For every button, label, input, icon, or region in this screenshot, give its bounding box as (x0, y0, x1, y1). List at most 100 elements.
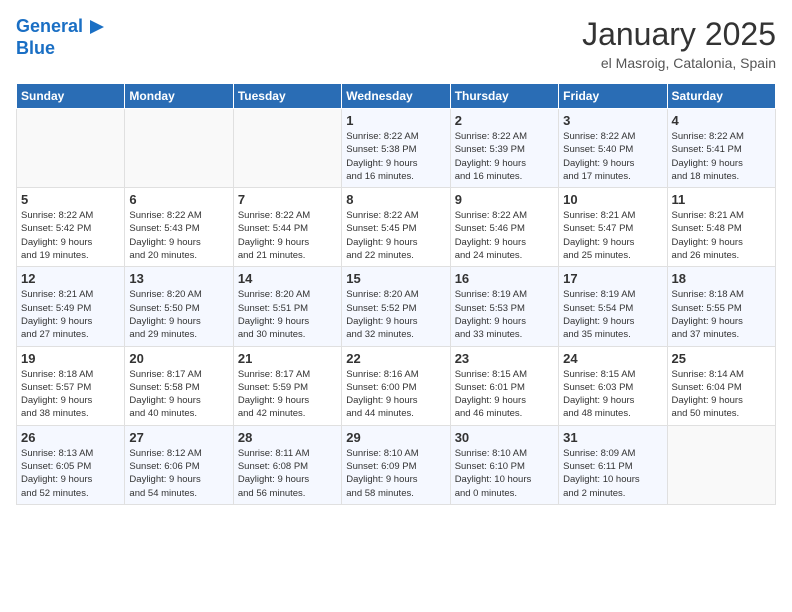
day-number: 28 (238, 430, 337, 445)
day-info: Sunrise: 8:22 AM Sunset: 5:41 PM Dayligh… (672, 130, 771, 183)
day-cell: 2 Sunrise: 8:22 AM Sunset: 5:39 PM Daylig… (450, 109, 558, 188)
location: el Masroig, Catalonia, Spain (582, 55, 776, 71)
title-area: January 2025 el Masroig, Catalonia, Spai… (582, 16, 776, 71)
day-number: 21 (238, 351, 337, 366)
day-cell: 26 Sunrise: 8:13 AM Sunset: 6:05 PM Dayli… (17, 425, 125, 504)
day-cell: 29 Sunrise: 8:10 AM Sunset: 6:09 PM Dayli… (342, 425, 450, 504)
day-cell: 10 Sunrise: 8:21 AM Sunset: 5:47 PM Dayli… (559, 188, 667, 267)
logo-arrow-icon (90, 20, 104, 34)
day-cell (667, 425, 775, 504)
day-info: Sunrise: 8:22 AM Sunset: 5:40 PM Dayligh… (563, 130, 662, 183)
day-info: Sunrise: 8:22 AM Sunset: 5:42 PM Dayligh… (21, 209, 120, 262)
day-number: 19 (21, 351, 120, 366)
day-cell (125, 109, 233, 188)
day-info: Sunrise: 8:22 AM Sunset: 5:43 PM Dayligh… (129, 209, 228, 262)
day-info: Sunrise: 8:18 AM Sunset: 5:57 PM Dayligh… (21, 368, 120, 421)
day-cell: 19 Sunrise: 8:18 AM Sunset: 5:57 PM Dayli… (17, 346, 125, 425)
day-cell: 9Sunrise: 8:22 AM Sunset: 5:46 PM Daylig… (450, 188, 558, 267)
day-number: 7 (238, 192, 337, 207)
day-cell: 20 Sunrise: 8:17 AM Sunset: 5:58 PM Dayli… (125, 346, 233, 425)
week-row-3: 12 Sunrise: 8:21 AM Sunset: 5:49 PM Dayli… (17, 267, 776, 346)
day-cell: 16 Sunrise: 8:19 AM Sunset: 5:53 PM Dayli… (450, 267, 558, 346)
day-cell: 14 Sunrise: 8:20 AM Sunset: 5:51 PM Dayli… (233, 267, 341, 346)
day-info: Sunrise: 8:17 AM Sunset: 5:58 PM Dayligh… (129, 368, 228, 421)
week-row-4: 19 Sunrise: 8:18 AM Sunset: 5:57 PM Dayli… (17, 346, 776, 425)
day-info: Sunrise: 8:13 AM Sunset: 6:05 PM Dayligh… (21, 447, 120, 500)
day-info: Sunrise: 8:10 AM Sunset: 6:09 PM Dayligh… (346, 447, 445, 500)
day-cell: 12 Sunrise: 8:21 AM Sunset: 5:49 PM Dayli… (17, 267, 125, 346)
page: General Blue January 2025 el Masroig, Ca… (0, 0, 792, 612)
day-cell: 22 Sunrise: 8:16 AM Sunset: 6:00 PM Dayli… (342, 346, 450, 425)
day-cell: 17Sunrise: 8:19 AM Sunset: 5:54 PM Dayli… (559, 267, 667, 346)
day-cell: 4 Sunrise: 8:22 AM Sunset: 5:41 PM Daylig… (667, 109, 775, 188)
day-number: 26 (21, 430, 120, 445)
day-number: 3 (563, 113, 662, 128)
day-number: 5 (21, 192, 120, 207)
day-number: 23 (455, 351, 554, 366)
col-header-wednesday: Wednesday (342, 84, 450, 109)
day-info: Sunrise: 8:20 AM Sunset: 5:51 PM Dayligh… (238, 288, 337, 341)
day-cell: 28Sunrise: 8:11 AM Sunset: 6:08 PM Dayli… (233, 425, 341, 504)
day-cell: 5 Sunrise: 8:22 AM Sunset: 5:42 PM Daylig… (17, 188, 125, 267)
day-cell: 24Sunrise: 8:15 AM Sunset: 6:03 PM Dayli… (559, 346, 667, 425)
day-info: Sunrise: 8:15 AM Sunset: 6:01 PM Dayligh… (455, 368, 554, 421)
col-header-tuesday: Tuesday (233, 84, 341, 109)
day-number: 24 (563, 351, 662, 366)
day-info: Sunrise: 8:19 AM Sunset: 5:54 PM Dayligh… (563, 288, 662, 341)
day-number: 18 (672, 271, 771, 286)
day-number: 8 (346, 192, 445, 207)
day-cell: 25 Sunrise: 8:14 AM Sunset: 6:04 PM Dayli… (667, 346, 775, 425)
day-number: 1 (346, 113, 445, 128)
header-row: SundayMondayTuesdayWednesdayThursdayFrid… (17, 84, 776, 109)
day-info: Sunrise: 8:16 AM Sunset: 6:00 PM Dayligh… (346, 368, 445, 421)
day-number: 10 (563, 192, 662, 207)
day-cell: 13 Sunrise: 8:20 AM Sunset: 5:50 PM Dayli… (125, 267, 233, 346)
day-cell: 27Sunrise: 8:12 AM Sunset: 6:06 PM Dayli… (125, 425, 233, 504)
day-number: 14 (238, 271, 337, 286)
week-row-5: 26 Sunrise: 8:13 AM Sunset: 6:05 PM Dayli… (17, 425, 776, 504)
day-info: Sunrise: 8:20 AM Sunset: 5:50 PM Dayligh… (129, 288, 228, 341)
day-info: Sunrise: 8:22 AM Sunset: 5:45 PM Dayligh… (346, 209, 445, 262)
day-info: Sunrise: 8:21 AM Sunset: 5:48 PM Dayligh… (672, 209, 771, 262)
col-header-friday: Friday (559, 84, 667, 109)
day-cell: 30Sunrise: 8:10 AM Sunset: 6:10 PM Dayli… (450, 425, 558, 504)
day-number: 4 (672, 113, 771, 128)
day-info: Sunrise: 8:12 AM Sunset: 6:06 PM Dayligh… (129, 447, 228, 500)
day-cell: 1Sunrise: 8:22 AM Sunset: 5:38 PM Daylig… (342, 109, 450, 188)
day-info: Sunrise: 8:20 AM Sunset: 5:52 PM Dayligh… (346, 288, 445, 341)
day-cell: 31Sunrise: 8:09 AM Sunset: 6:11 PM Dayli… (559, 425, 667, 504)
header: General Blue January 2025 el Masroig, Ca… (16, 16, 776, 71)
day-info: Sunrise: 8:19 AM Sunset: 5:53 PM Dayligh… (455, 288, 554, 341)
day-info: Sunrise: 8:21 AM Sunset: 5:47 PM Dayligh… (563, 209, 662, 262)
day-info: Sunrise: 8:22 AM Sunset: 5:44 PM Dayligh… (238, 209, 337, 262)
day-number: 22 (346, 351, 445, 366)
day-number: 29 (346, 430, 445, 445)
day-number: 31 (563, 430, 662, 445)
day-number: 20 (129, 351, 228, 366)
day-number: 9 (455, 192, 554, 207)
day-number: 13 (129, 271, 228, 286)
col-header-thursday: Thursday (450, 84, 558, 109)
logo-text: General Blue (16, 16, 104, 59)
day-number: 25 (672, 351, 771, 366)
day-number: 12 (21, 271, 120, 286)
month-title: January 2025 (582, 16, 776, 53)
week-row-1: 1Sunrise: 8:22 AM Sunset: 5:38 PM Daylig… (17, 109, 776, 188)
day-info: Sunrise: 8:21 AM Sunset: 5:49 PM Dayligh… (21, 288, 120, 341)
day-number: 11 (672, 192, 771, 207)
day-info: Sunrise: 8:14 AM Sunset: 6:04 PM Dayligh… (672, 368, 771, 421)
day-cell: 23 Sunrise: 8:15 AM Sunset: 6:01 PM Dayli… (450, 346, 558, 425)
day-cell: 7 Sunrise: 8:22 AM Sunset: 5:44 PM Daylig… (233, 188, 341, 267)
day-cell: 8 Sunrise: 8:22 AM Sunset: 5:45 PM Daylig… (342, 188, 450, 267)
day-info: Sunrise: 8:22 AM Sunset: 5:39 PM Dayligh… (455, 130, 554, 183)
week-row-2: 5 Sunrise: 8:22 AM Sunset: 5:42 PM Daylig… (17, 188, 776, 267)
day-number: 2 (455, 113, 554, 128)
day-cell (17, 109, 125, 188)
day-cell: 21Sunrise: 8:17 AM Sunset: 5:59 PM Dayli… (233, 346, 341, 425)
day-number: 6 (129, 192, 228, 207)
col-header-saturday: Saturday (667, 84, 775, 109)
day-number: 16 (455, 271, 554, 286)
day-cell: 3 Sunrise: 8:22 AM Sunset: 5:40 PM Daylig… (559, 109, 667, 188)
col-header-sunday: Sunday (17, 84, 125, 109)
calendar-table: SundayMondayTuesdayWednesdayThursdayFrid… (16, 83, 776, 505)
